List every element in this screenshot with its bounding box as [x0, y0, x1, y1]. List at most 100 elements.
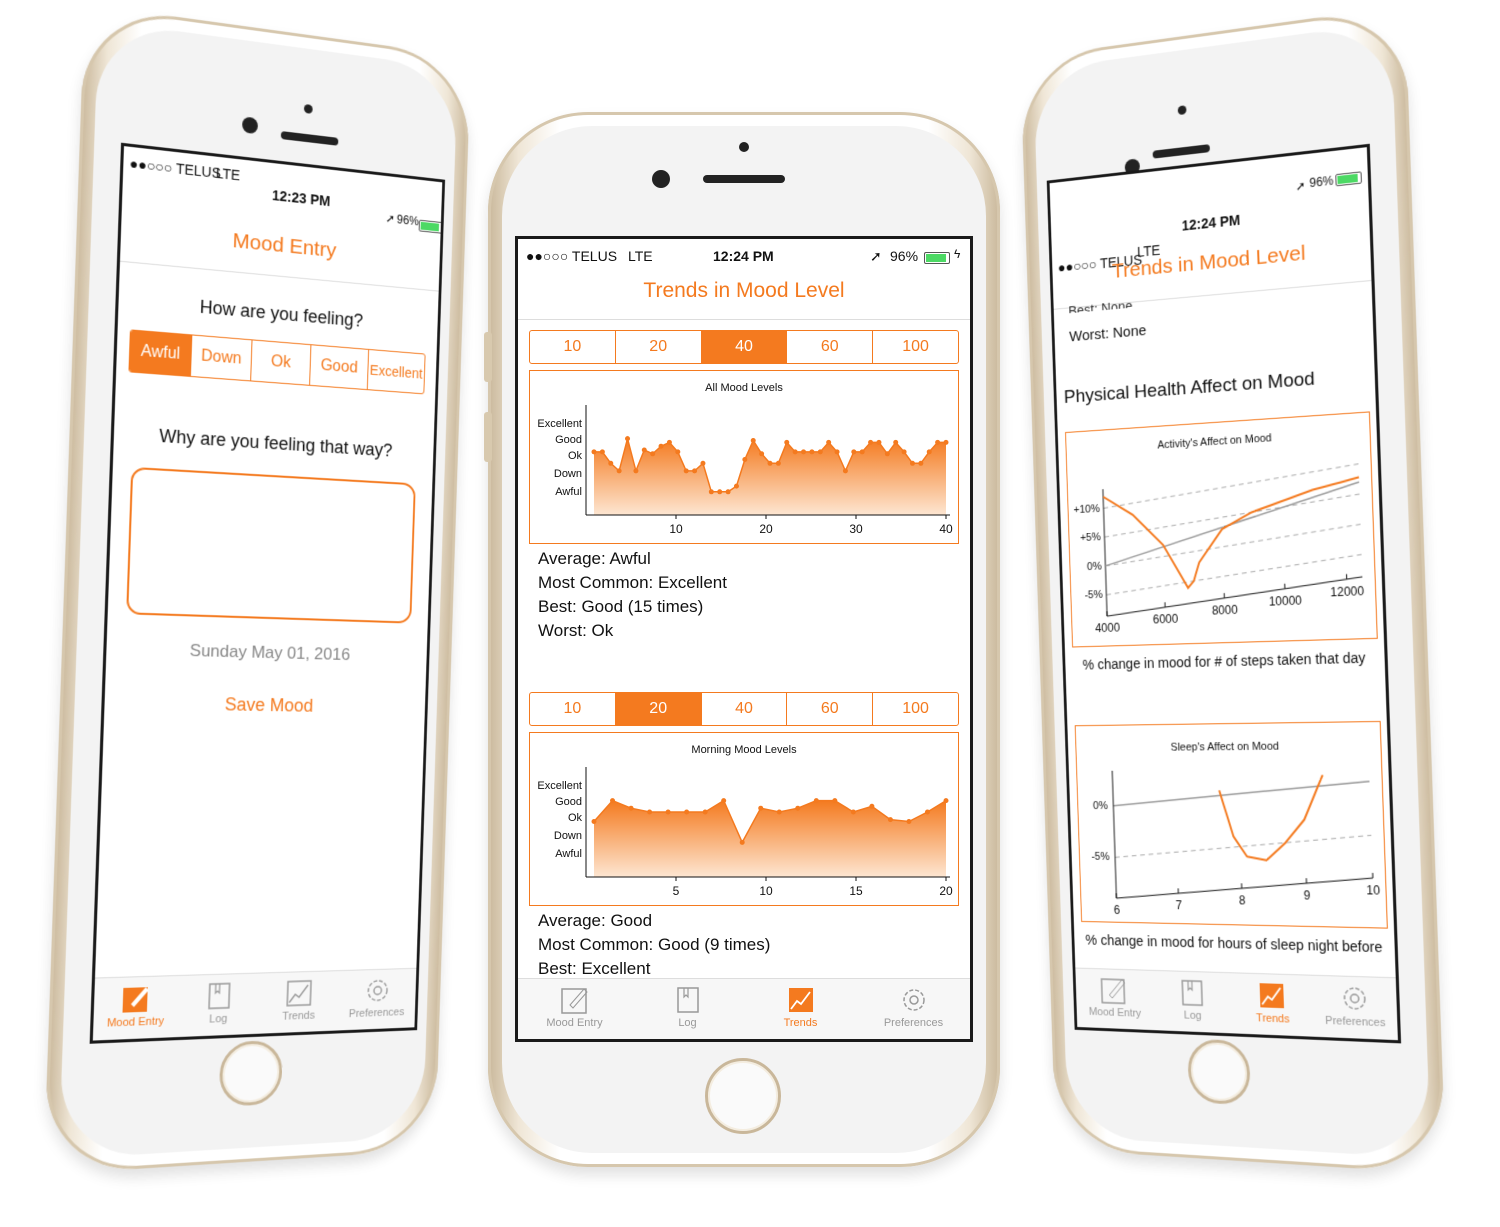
mood-point	[926, 449, 932, 455]
x-tick-label: 5	[673, 884, 680, 898]
mood-point	[742, 457, 748, 462]
tab-preferences[interactable]: Preferences	[857, 979, 970, 1039]
mood-point	[767, 460, 773, 466]
range-option-60[interactable]: 60	[787, 331, 874, 363]
mood-point	[650, 451, 656, 457]
tab-log[interactable]: Log	[631, 979, 744, 1039]
range-option-10[interactable]: 10	[530, 693, 616, 725]
mood-option-excellent[interactable]: Excellent	[368, 350, 425, 393]
mood-point	[884, 451, 890, 457]
tab-bar: Mood Entry Log Trends Preferences	[92, 967, 417, 1041]
mood-point	[776, 809, 782, 815]
mood-point	[826, 439, 832, 445]
mood-point	[702, 809, 708, 815]
volume-up-button[interactable]	[484, 332, 492, 382]
chart-title: Morning Mood Levels	[691, 744, 797, 756]
home-button[interactable]	[705, 1058, 781, 1134]
battery-percent: 96%	[890, 248, 919, 264]
battery-percent: 96%	[1309, 173, 1334, 191]
save-mood-button[interactable]: Save Mood	[104, 692, 425, 719]
mood-point	[599, 449, 605, 455]
mood-point	[869, 803, 875, 809]
book-icon	[204, 980, 235, 1011]
earpiece-speaker	[703, 175, 785, 183]
left-screen: ●●○○○ TELUS LTE 12:23 PM ➚ 96% Mood Entr…	[89, 142, 446, 1044]
tab-preferences[interactable]: Preferences	[1312, 976, 1398, 1040]
range-selector-all[interactable]: 10 20 40 60 100	[529, 330, 959, 364]
tab-trends[interactable]: Trends	[744, 979, 857, 1039]
x-tick-label: 10	[669, 522, 683, 536]
mood-point	[591, 819, 597, 824]
mood-point	[665, 809, 671, 815]
mood-point	[616, 468, 622, 474]
reason-textbox[interactable]	[126, 466, 416, 624]
x-tick-label: 9	[1303, 889, 1310, 903]
mood-point	[817, 449, 823, 455]
mood-selector[interactable]: Awful Down Ok Good Excellent	[128, 329, 426, 395]
network-label: LTE	[215, 164, 241, 184]
x-tick-label: 10	[759, 884, 773, 898]
range-option-10[interactable]: 10	[530, 331, 616, 363]
grid-line	[1114, 834, 1372, 860]
y-axis-label: Excellent	[537, 780, 582, 792]
book-icon	[676, 987, 699, 1013]
x-tick-label: 6000	[1153, 612, 1179, 626]
book-icon	[1177, 978, 1207, 1009]
sleep-chart-svg: Sleep's Affect on Mood 0% -5% 6 7 8 9 10	[1091, 740, 1381, 917]
y-tick-label: 0%	[1093, 800, 1109, 812]
pencil-icon	[560, 988, 588, 1014]
volume-down-button[interactable]	[484, 412, 492, 462]
range-option-40[interactable]: 40	[701, 331, 788, 363]
tab-log[interactable]: Log	[1152, 971, 1233, 1034]
mood-point	[876, 439, 882, 445]
mood-point	[628, 805, 634, 811]
x-tick-label: 7	[1175, 899, 1182, 912]
range-option-100[interactable]: 100	[873, 331, 958, 363]
range-option-40[interactable]: 40	[702, 693, 788, 725]
mood-point	[809, 449, 815, 455]
battery-icon	[418, 219, 443, 235]
mood-point	[784, 439, 790, 445]
stat-worst: Worst: Ok	[538, 621, 614, 640]
mood-option-good[interactable]: Good	[310, 345, 370, 390]
location-icon: ➚	[870, 248, 882, 264]
x-tick-label: 4000	[1095, 621, 1121, 635]
range-selector-morning[interactable]: 10 20 40 60 100	[529, 692, 959, 726]
chart-title: Sleep's Affect on Mood	[1171, 740, 1280, 753]
range-option-20[interactable]: 20	[615, 693, 702, 725]
range-option-20[interactable]: 20	[616, 331, 702, 363]
mood-point	[733, 483, 739, 489]
range-option-100[interactable]: 100	[873, 693, 958, 725]
mood-point	[795, 805, 801, 811]
battery-percent: 96%	[396, 212, 420, 229]
mood-point	[918, 460, 924, 466]
stat-best: Best: Good (15 times)	[538, 597, 704, 616]
tab-mood-entry[interactable]: Mood Entry	[518, 979, 631, 1039]
mood-point	[868, 439, 874, 445]
sleep-caption: % change in mood for hours of sleep nigh…	[1085, 931, 1383, 956]
mood-point	[759, 451, 765, 457]
gear-icon	[363, 975, 392, 1005]
mood-option-down[interactable]: Down	[190, 335, 253, 381]
mood-option-awful[interactable]: Awful	[129, 330, 193, 376]
mood-point	[801, 449, 807, 455]
mood-point	[906, 819, 912, 824]
x-tick-label: 10000	[1269, 594, 1303, 609]
tab-label: Preferences	[1325, 1014, 1386, 1030]
tab-log[interactable]: Log	[177, 974, 261, 1038]
tab-mood-entry[interactable]: Mood Entry	[1075, 969, 1154, 1031]
tab-trends[interactable]: Trends	[258, 971, 339, 1034]
range-option-60[interactable]: 60	[787, 693, 874, 725]
mood-point	[647, 809, 653, 815]
grid-line	[1104, 524, 1361, 566]
tab-label: Log	[1183, 1009, 1202, 1023]
tab-trends[interactable]: Trends	[1231, 973, 1314, 1036]
tab-mood-entry[interactable]: Mood Entry	[93, 976, 179, 1041]
tab-preferences[interactable]: Preferences	[337, 969, 416, 1031]
y-tick-label: -5%	[1084, 589, 1103, 602]
y-tick-label: +5%	[1080, 531, 1101, 544]
mood-point	[591, 449, 597, 455]
mood-option-ok[interactable]: Ok	[251, 340, 312, 385]
y-tick-label: -5%	[1091, 851, 1110, 863]
mood-point	[625, 436, 631, 442]
